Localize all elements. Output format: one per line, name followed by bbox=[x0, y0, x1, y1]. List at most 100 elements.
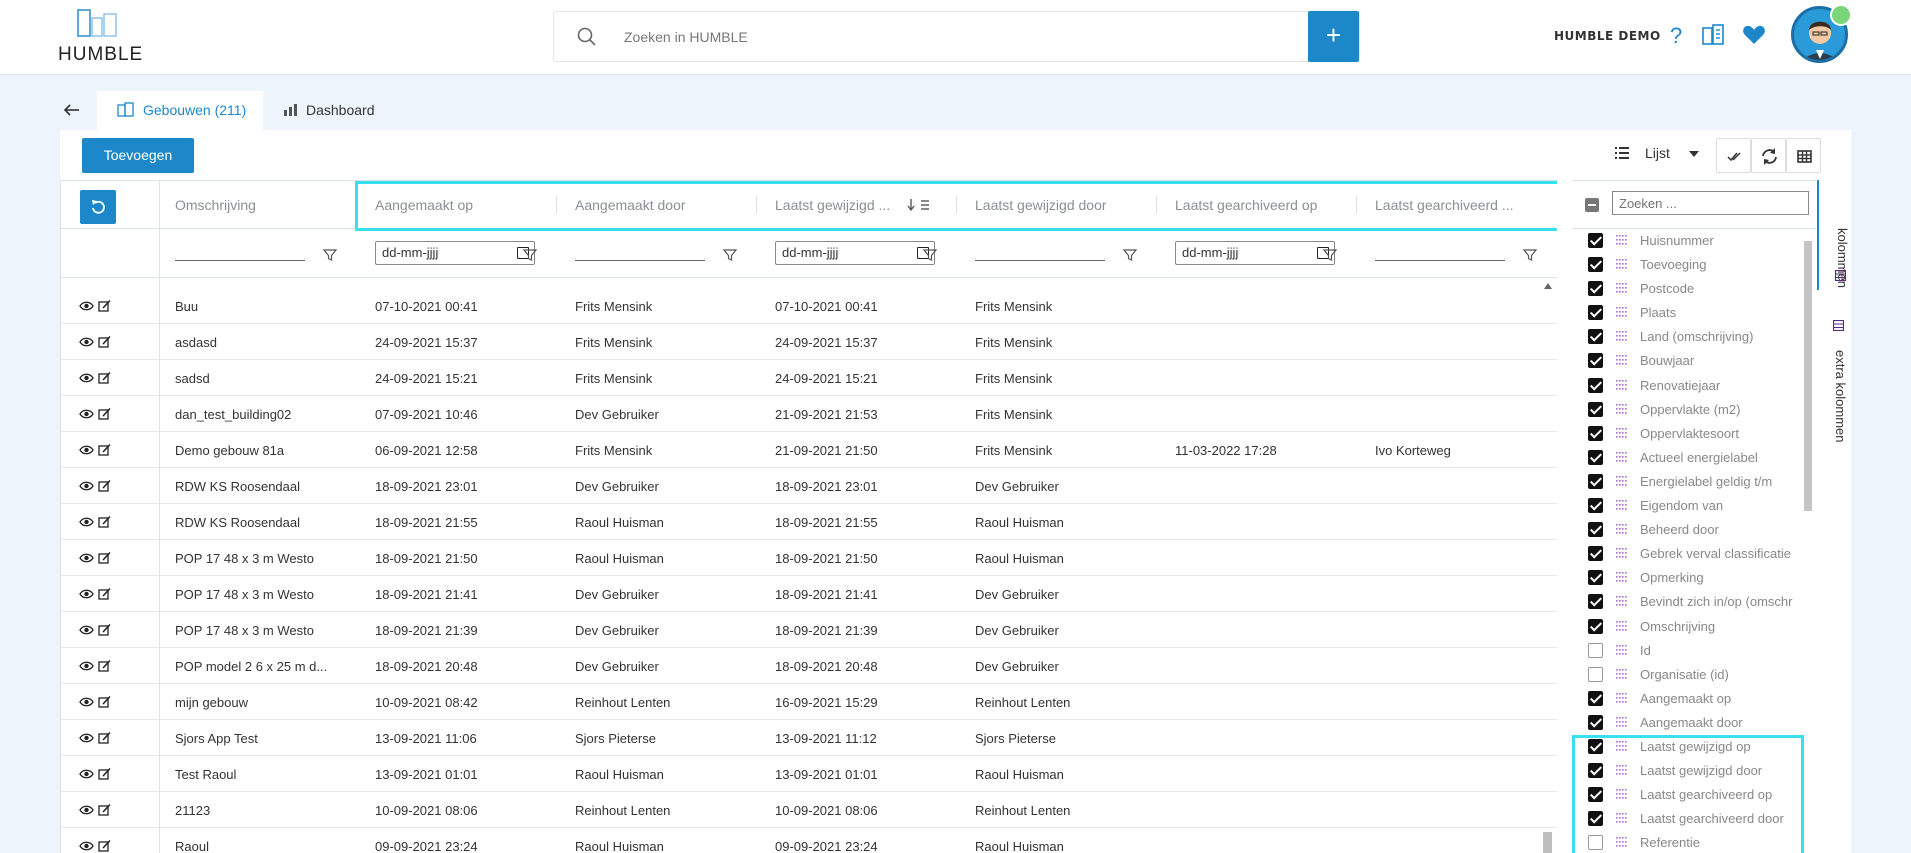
column-chooser-item[interactable]: Bouwjaar bbox=[1572, 349, 1816, 373]
edit-icon[interactable] bbox=[98, 767, 111, 780]
column-chooser-item[interactable]: Huisnummer bbox=[1572, 229, 1816, 253]
column-chooser-item[interactable]: Land (omschrijving) bbox=[1572, 325, 1816, 349]
filter-aangemaakt-op-date[interactable]: dd-mm-jjjj bbox=[375, 241, 535, 265]
column-header-laatst-gearchiveerd-door[interactable]: Laatst gearchiveerd ... bbox=[1375, 197, 1525, 213]
view-eye-icon[interactable] bbox=[79, 553, 94, 563]
column-chooser-item[interactable]: Opmerking bbox=[1572, 566, 1816, 590]
column-chooser-item[interactable]: Beheerd door bbox=[1572, 518, 1816, 542]
column-chooser-item[interactable]: Laatst gearchiveerd door bbox=[1572, 807, 1816, 831]
drag-handle-icon[interactable] bbox=[1616, 427, 1627, 439]
filter-laatst-gewijzigd-op-date[interactable]: dd-mm-jjjj bbox=[775, 241, 935, 265]
column-chooser-item[interactable]: Bevindt zich in/op (omschr bbox=[1572, 590, 1816, 614]
table-row[interactable]: POP 17 48 x 3 m Westo 18-09-2021 21:41 Dev… bbox=[61, 576, 1557, 612]
table-row[interactable]: Sjors App Test 13-09-2021 11:06 Sjors Piet… bbox=[61, 720, 1557, 756]
column-checkbox[interactable] bbox=[1588, 811, 1603, 827]
view-eye-icon[interactable] bbox=[79, 841, 94, 851]
column-checkbox[interactable] bbox=[1588, 522, 1603, 538]
filter-icon[interactable] bbox=[323, 248, 337, 262]
table-row[interactable]: mijn gebouw 10-09-2021 08:42 Reinhout Lent… bbox=[61, 684, 1557, 720]
column-header-omschrijving[interactable]: Omschrijving bbox=[175, 197, 345, 213]
column-header-aangemaakt-op[interactable]: Aangemaakt op bbox=[375, 197, 545, 213]
table-row[interactable]: sadsd 24-09-2021 15:21 Frits Mensink 24-09-… bbox=[61, 360, 1557, 396]
column-chooser-item[interactable]: Oppervlaktesoort bbox=[1572, 422, 1816, 446]
drag-handle-icon[interactable] bbox=[1616, 355, 1627, 366]
column-chooser-item[interactable]: Toevoeging bbox=[1572, 253, 1816, 277]
filter-icon[interactable] bbox=[523, 248, 537, 262]
edit-icon[interactable] bbox=[98, 371, 111, 384]
view-eye-icon[interactable] bbox=[79, 625, 94, 635]
column-checkbox[interactable] bbox=[1588, 594, 1603, 610]
drag-handle-icon[interactable] bbox=[1616, 548, 1627, 559]
filter-omschrijving-input[interactable] bbox=[175, 260, 305, 261]
drag-handle-icon[interactable] bbox=[1616, 813, 1627, 824]
view-eye-icon[interactable] bbox=[79, 769, 94, 779]
tab-gebouwen[interactable]: Gebouwen (211) bbox=[97, 91, 263, 130]
column-chooser-item[interactable]: Referentie bbox=[1572, 831, 1816, 853]
column-chooser-item[interactable]: Laatst gewijzigd op bbox=[1572, 735, 1816, 759]
drag-handle-icon[interactable] bbox=[1616, 283, 1627, 294]
notification-bell-icon[interactable] bbox=[1830, 4, 1852, 26]
filter-aangemaakt-door-input[interactable] bbox=[575, 260, 705, 261]
column-checkbox[interactable] bbox=[1588, 738, 1603, 754]
column-checkbox[interactable] bbox=[1588, 787, 1603, 803]
edit-icon[interactable] bbox=[98, 551, 111, 564]
edit-icon[interactable] bbox=[98, 803, 111, 816]
view-eye-icon[interactable] bbox=[79, 589, 94, 599]
help-icon[interactable]: ? bbox=[1663, 22, 1689, 48]
side-tab-extra-kolommen[interactable]: extra kolommen bbox=[1817, 310, 1851, 442]
column-checkbox[interactable] bbox=[1588, 233, 1603, 248]
buildings-icon[interactable] bbox=[1700, 22, 1726, 48]
add-plus-button[interactable]: + bbox=[1308, 11, 1359, 62]
reset-button[interactable] bbox=[80, 190, 116, 224]
filter-icon[interactable] bbox=[1323, 248, 1337, 262]
global-search[interactable] bbox=[553, 11, 1360, 62]
drag-handle-icon[interactable] bbox=[1616, 500, 1627, 511]
drag-handle-icon[interactable] bbox=[1616, 475, 1627, 487]
drag-handle-icon[interactable] bbox=[1616, 379, 1627, 391]
drag-handle-icon[interactable] bbox=[1616, 451, 1627, 463]
column-search-input[interactable] bbox=[1612, 191, 1809, 215]
view-eye-icon[interactable] bbox=[79, 409, 94, 419]
table-row[interactable]: POP model 2 6 x 25 m d... 18-09-2021 20:4… bbox=[61, 648, 1557, 684]
grid-view-button[interactable] bbox=[1786, 138, 1821, 173]
column-chooser-item[interactable]: Postcode bbox=[1572, 277, 1816, 301]
drag-handle-icon[interactable] bbox=[1616, 596, 1627, 607]
filter-laatst-gearchiveerd-op-date[interactable]: dd-mm-jjjj bbox=[1175, 241, 1335, 265]
column-checkbox[interactable] bbox=[1588, 498, 1603, 514]
column-checkbox[interactable] bbox=[1588, 377, 1603, 393]
drag-handle-icon[interactable] bbox=[1616, 235, 1627, 246]
column-checkbox[interactable] bbox=[1588, 473, 1603, 489]
table-row[interactable]: RDW KS Roosendaal 18-09-2021 23:01 Dev Geb… bbox=[61, 468, 1557, 504]
drag-handle-icon[interactable] bbox=[1616, 307, 1627, 318]
column-chooser-item[interactable]: Organisatie (id) bbox=[1572, 663, 1816, 687]
edit-icon[interactable] bbox=[98, 659, 111, 672]
column-chooser-item[interactable]: Id bbox=[1572, 639, 1816, 663]
column-checkbox[interactable] bbox=[1588, 618, 1603, 634]
column-checkbox[interactable] bbox=[1588, 763, 1603, 779]
column-checkbox[interactable] bbox=[1588, 690, 1603, 706]
table-row[interactable]: RDW KS Roosendaal 18-09-2021 21:55 Raoul H… bbox=[61, 504, 1557, 540]
view-eye-icon[interactable] bbox=[79, 373, 94, 383]
select-all-button[interactable] bbox=[1716, 138, 1751, 173]
tab-dashboard[interactable]: Dashboard bbox=[280, 91, 400, 130]
table-row[interactable]: Raoul 09-09-2021 23:24 Raoul Huisman 09-09-… bbox=[61, 828, 1557, 853]
column-header-aangemaakt-door[interactable]: Aangemaakt door bbox=[575, 197, 745, 213]
heart-icon[interactable] bbox=[1741, 22, 1767, 48]
column-checkbox[interactable] bbox=[1588, 570, 1603, 586]
column-checkbox[interactable] bbox=[1588, 257, 1603, 273]
filter-icon[interactable] bbox=[723, 248, 737, 262]
drag-handle-icon[interactable] bbox=[1616, 837, 1627, 848]
column-checkbox[interactable] bbox=[1588, 666, 1603, 682]
column-chooser-item[interactable]: Oppervlakte (m2) bbox=[1572, 398, 1816, 422]
filter-laatst-gewijzigd-door-input[interactable] bbox=[975, 260, 1105, 261]
edit-icon[interactable] bbox=[98, 839, 111, 852]
view-eye-icon[interactable] bbox=[79, 517, 94, 527]
table-row[interactable]: 21123 10-09-2021 08:06 Reinhout Lenten 10-0… bbox=[61, 792, 1557, 828]
column-checkbox[interactable] bbox=[1588, 305, 1603, 321]
column-header-laatst-gewijzigd-op[interactable]: Laatst gewijzigd ... bbox=[775, 197, 905, 213]
column-chooser-item[interactable]: Omschrijving bbox=[1572, 615, 1816, 639]
view-eye-icon[interactable] bbox=[79, 337, 94, 347]
sort-desc-icon[interactable] bbox=[907, 198, 935, 212]
column-checkbox[interactable] bbox=[1588, 401, 1603, 417]
filter-laatst-gearchiveerd-door-input[interactable] bbox=[1375, 260, 1505, 261]
